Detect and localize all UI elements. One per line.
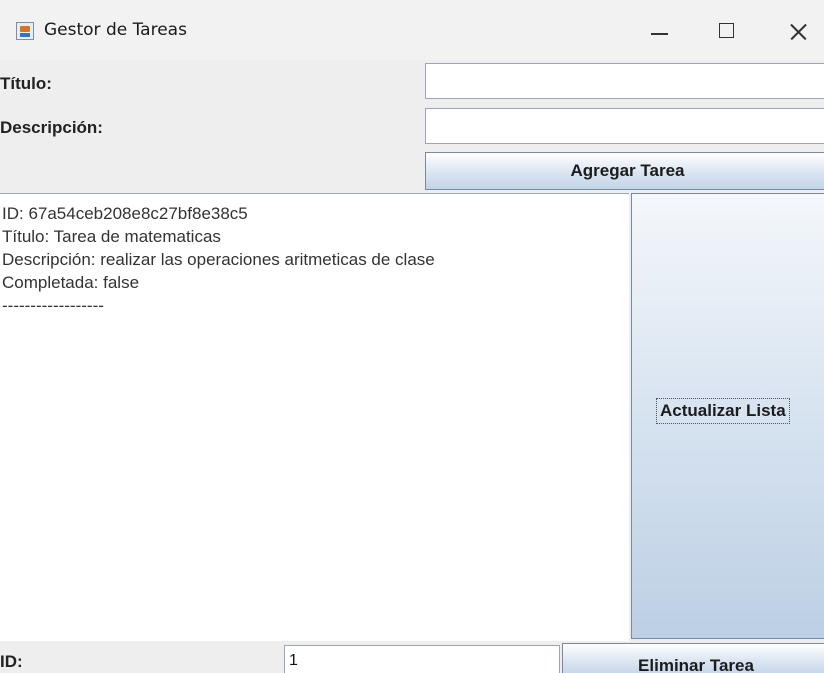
delete-bar: ID: 1 Eliminar Tarea: [0, 641, 824, 673]
descripcion-input[interactable]: [425, 108, 824, 144]
minimize-icon[interactable]: [636, 12, 682, 50]
titulo-input[interactable]: [425, 63, 824, 99]
descripcion-label: Descripción:: [0, 118, 103, 137]
task-separator: ------------------: [2, 296, 104, 315]
id-label: ID:: [0, 652, 23, 671]
app-window: Gestor de Tareas Título: Descripción: Ag…: [0, 0, 824, 673]
window-title: Gestor de Tareas: [44, 20, 187, 40]
titulo-label: Título:: [0, 74, 52, 93]
refresh-list-label: Actualizar Lista: [656, 398, 790, 424]
task-line-description: Descripción: realizar las operaciones ar…: [2, 250, 435, 269]
refresh-list-button[interactable]: Actualizar Lista: [631, 193, 824, 639]
close-icon[interactable]: [776, 12, 822, 50]
java-app-icon: [16, 22, 34, 40]
task-line-completed: Completada: false: [2, 273, 140, 292]
maximize-icon[interactable]: [704, 12, 750, 50]
delete-task-button[interactable]: Eliminar Tarea: [562, 643, 824, 673]
task-list-area[interactable]: ID: 67a54ceb208e8c27bf8e38c5 Título: Tar…: [0, 193, 629, 641]
task-line-title: Título: Tarea de matematicas: [2, 227, 221, 246]
task-line-id: ID: 67a54ceb208e8c27bf8e38c5: [2, 204, 248, 223]
id-input[interactable]: 1: [284, 645, 560, 673]
add-task-button[interactable]: Agregar Tarea: [425, 152, 824, 190]
title-bar: Gestor de Tareas: [0, 0, 824, 60]
